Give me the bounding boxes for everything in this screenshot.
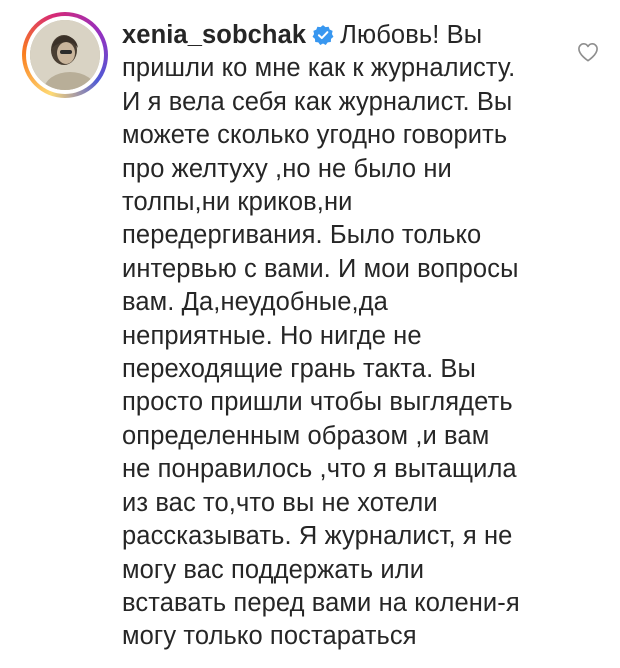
- comment-text-line: интервью с вами. И мои вопросы: [122, 254, 519, 283]
- comment-text-line: просто пришли чтобы выглядеть: [122, 388, 513, 417]
- comment-text-line: не понравилось ,что я вытащила: [122, 455, 517, 484]
- comment-text-line: передергивания. Было только: [122, 221, 482, 250]
- comment-text-line: переходящие грань такта. Вы: [122, 355, 476, 384]
- comment-text-line: Любовь! Вы: [340, 21, 483, 49]
- avatar-image: [30, 20, 100, 90]
- comment-item: xenia_sobchak Любовь! Вы пришли ко мне ка…: [0, 0, 620, 668]
- heart-outline-icon[interactable]: [577, 42, 599, 62]
- comment-text-line: про желтуху ,но не было ни: [122, 154, 452, 183]
- comment-text-line: определенным образом ,и вам: [122, 421, 490, 450]
- username-link[interactable]: xenia_sobchak: [122, 21, 306, 49]
- comment-text-line: вставать перед вами на колени-я: [122, 588, 520, 617]
- comment-text-line: можете сколько угодно говорить: [122, 121, 508, 150]
- comment-line-0: xenia_sobchak Любовь! Вы: [122, 19, 570, 52]
- comment-text-line: могу вас поддержать или: [122, 555, 425, 584]
- comment-text-line: вам. Да,неудобные,да: [122, 288, 388, 317]
- verified-badge-icon: [312, 25, 334, 46]
- comment-text-line: пришли ко мне как к журналисту.: [122, 54, 516, 83]
- avatar-photo-icon: [30, 20, 100, 90]
- comment-text: xenia_sobchak Любовь! Вы пришли ко мне ка…: [122, 19, 570, 654]
- comment-text-line: толпы,ни криков,ни: [122, 188, 353, 217]
- avatar[interactable]: [22, 12, 108, 98]
- comment-text-line: И я вела себя как журналист. Вы: [122, 87, 513, 116]
- comment-text-line: из вас то,что вы не хотели: [122, 488, 438, 517]
- comment-text-line: неприятные. Но нигде не: [122, 321, 422, 350]
- comment-text-line: могу только постараться: [122, 622, 417, 651]
- comment-text-line: рассказывать. Я журналист, я не: [122, 522, 513, 551]
